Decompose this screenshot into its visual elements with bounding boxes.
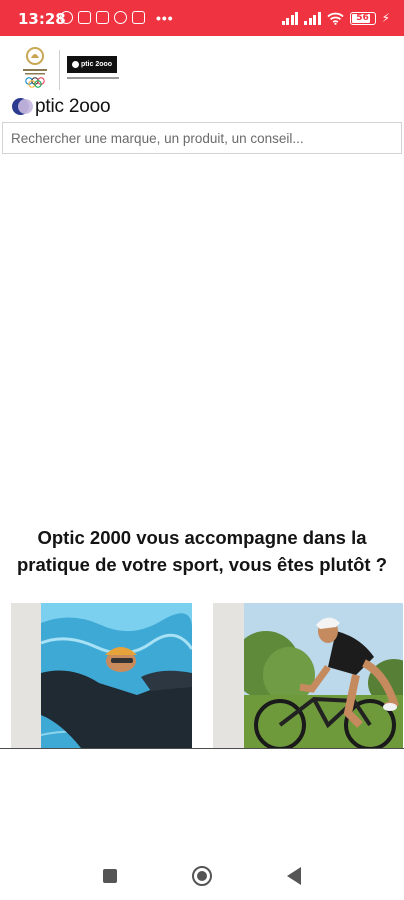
back-button[interactable] xyxy=(287,867,301,885)
gmail-icon xyxy=(132,11,145,24)
wifi-icon xyxy=(326,12,344,25)
recent-apps-button[interactable] xyxy=(103,869,117,883)
sponsor-caption xyxy=(67,77,119,79)
facebook-icon xyxy=(114,11,127,24)
sim-icon xyxy=(78,11,91,24)
battery-icon: 56 xyxy=(349,11,376,25)
heading-line-2: pratique de votre sport, vous êtes plutô… xyxy=(16,554,388,575)
android-nav-bar xyxy=(0,848,404,900)
app-icon xyxy=(96,11,109,24)
sport-card-cycling[interactable] xyxy=(213,603,403,748)
battery-level: 56 xyxy=(356,13,369,23)
paris-2024-emblem-icon[interactable] xyxy=(18,46,52,90)
alarm-icon xyxy=(60,11,73,24)
cyclist-image xyxy=(244,603,403,748)
signal-icon-2 xyxy=(304,11,321,25)
sponsor-logo-icon xyxy=(71,61,79,68)
header-divider xyxy=(59,50,60,90)
sponsor-badge: ptic 2ooo xyxy=(67,56,117,73)
more-notifications-icon: ••• xyxy=(156,9,174,26)
site-header: ptic 2ooo ptic 2ooo xyxy=(0,36,404,120)
notification-icons: ••• xyxy=(60,9,174,26)
charging-icon: ⚡ xyxy=(381,11,390,25)
swimmer-image xyxy=(41,603,192,748)
home-button[interactable] xyxy=(192,866,212,886)
search-input[interactable] xyxy=(2,122,402,154)
signal-icon xyxy=(281,11,299,25)
status-bar: 13:28 ••• 56 ⚡ xyxy=(0,0,404,36)
brand-name: ptic 2ooo xyxy=(35,96,111,117)
heading-line-1: Optic 2000 vous accompagne dans la xyxy=(37,527,367,548)
status-time: 13:28 xyxy=(18,10,66,28)
optic2000-logo-icon xyxy=(12,97,34,117)
optic2000-logo[interactable]: ptic 2ooo xyxy=(12,96,111,118)
sport-card-swimming[interactable] xyxy=(11,603,192,748)
system-icons: 56 ⚡ xyxy=(281,11,390,25)
sponsor-badge-text: ptic 2ooo xyxy=(80,61,113,68)
content-divider xyxy=(0,748,404,749)
sport-question-heading: Optic 2000 vous accompagne dans la prati… xyxy=(0,524,404,578)
